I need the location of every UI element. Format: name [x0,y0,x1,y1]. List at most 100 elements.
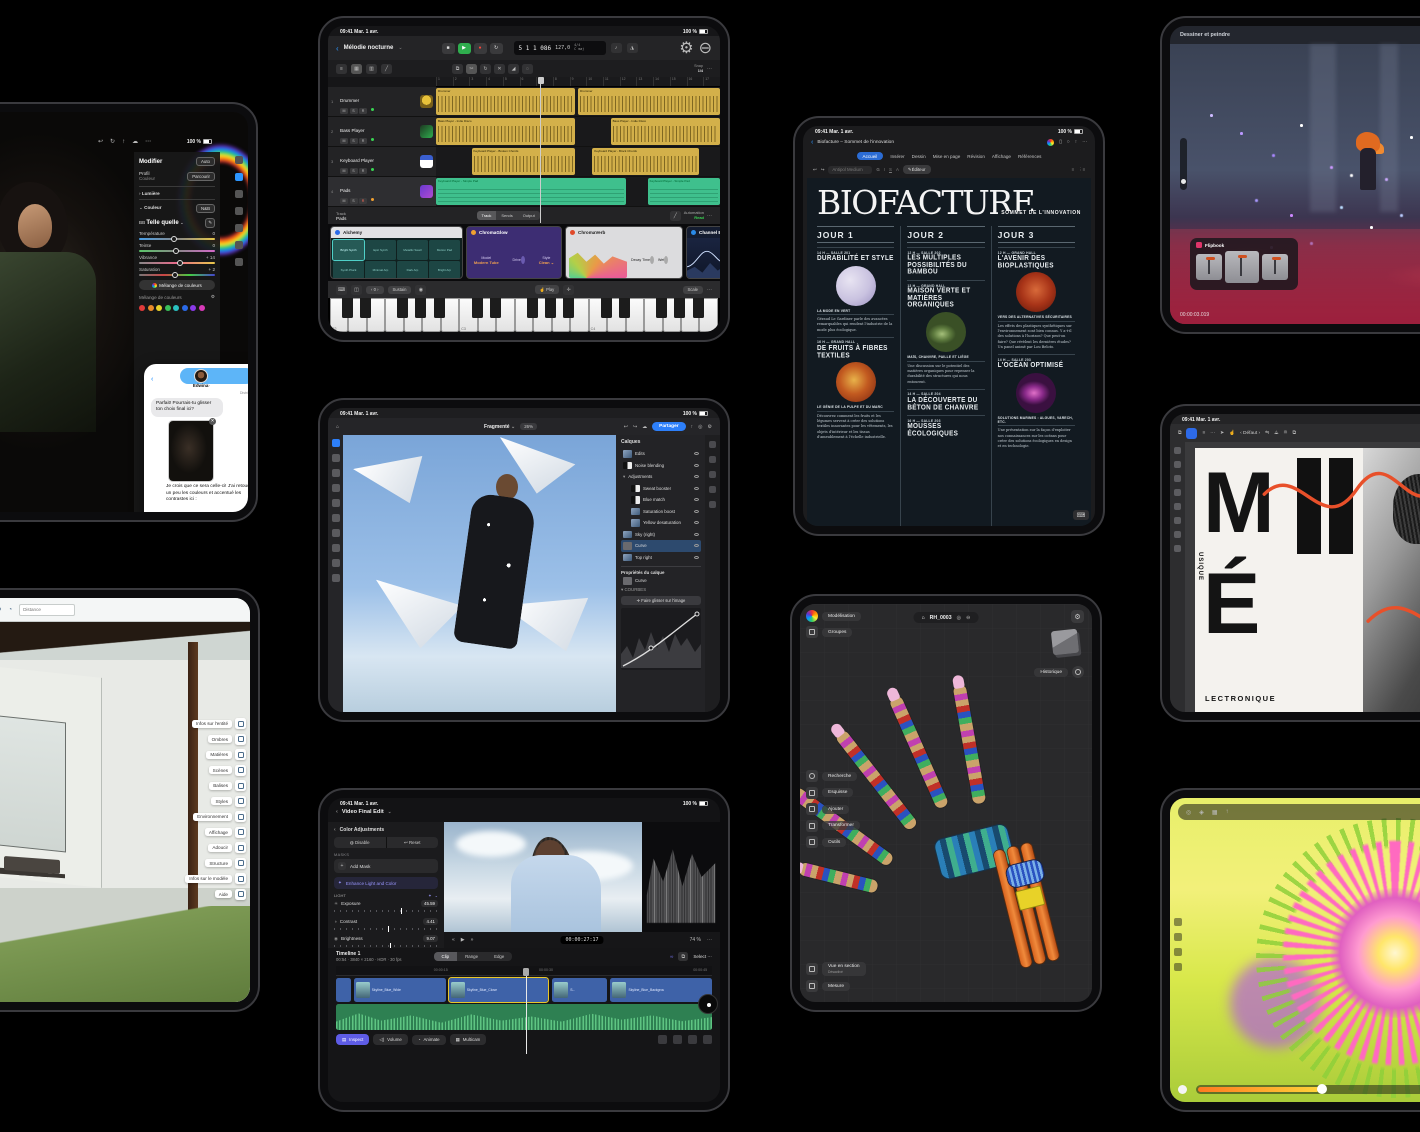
panel-item-soften[interactable]: Adoucir [208,842,246,853]
color-section[interactable]: ⌄ CouleurN&B [139,199,215,216]
viewer-zoom[interactable]: 74 % [690,937,701,943]
chromaglow-plugin[interactable]: ChromaGlow ModelModern Tube Drive StyleC… [466,226,562,279]
history-icon[interactable]: ↻ [110,138,115,145]
dock-icon[interactable]: ⧉ [1178,430,1181,436]
eyedropper-icon[interactable]: ✎ [205,218,215,228]
browser-icon[interactable]: ≡ [336,64,347,74]
shapr3d-logo[interactable] [806,610,818,622]
prev-frame-icon[interactable]: « [452,937,455,943]
mirror-icon[interactable]: ⟁ [1274,430,1278,436]
panel-item-environment[interactable]: Environnement [193,811,246,822]
snap-setting[interactable]: Snap1/4 [694,64,703,72]
list-menu-icon[interactable]: ⋮≡ [1078,167,1085,173]
flower-render[interactable] [1240,818,1420,1078]
tab-revision[interactable]: Révision [967,154,985,159]
select-tool-icon[interactable] [1174,918,1182,926]
scene-icon[interactable]: ◎ [1186,809,1191,816]
bw-button[interactable]: N&B [196,204,215,213]
reset-button[interactable]: ↩ Reset [387,837,439,848]
masks-icon[interactable] [709,471,716,478]
heal-icon[interactable] [235,207,243,215]
distance-input[interactable] [19,604,75,616]
region[interactable]: Drummer [436,88,575,115]
materials-icon[interactable] [235,749,246,760]
keyboard-layout-icon[interactable]: ⌨ [336,285,347,295]
align-icon[interactable]: ≞ [1283,431,1287,436]
append-icon[interactable] [703,1035,712,1044]
home-icon[interactable]: ⌂ [336,424,339,430]
node-tool-icon[interactable] [1174,461,1181,468]
tool-add[interactable]: Ajouter [822,805,849,814]
video-clip[interactable]: S... [552,978,607,1002]
play-icon[interactable]: ▶ [461,937,465,943]
more-icon[interactable]: ⋯ [707,213,712,219]
panel-item-shadows[interactable]: Ombres [208,734,246,745]
regions-view-icon[interactable]: ▦ [351,64,362,74]
persona-icon[interactable] [1186,428,1197,439]
layer-row[interactable]: Sweat booster [621,483,701,495]
visibility-icon[interactable] [694,556,699,559]
brush-tool-icon[interactable] [1174,503,1181,510]
more-icon[interactable]: ⋯ [1210,431,1215,436]
region[interactable]: Keyboard Player - Block Chords [592,148,699,175]
visibility-icon[interactable] [694,498,699,501]
view-cube[interactable] [1051,629,1079,656]
slider-temperature[interactable]: Température0 [139,231,215,240]
count-in-icon[interactable]: ♪ [611,43,622,53]
select-tool-icon[interactable] [332,454,340,462]
tab-inserer[interactable]: Insérer [890,154,904,159]
chevron-down-icon[interactable]: ⌄ [388,809,392,815]
more-icon[interactable]: ⋯ [707,937,712,943]
tool-transform[interactable]: Transformer [822,821,860,830]
region[interactable]: Keyboard Player - Broken Chords [472,148,576,175]
photoshop-canvas[interactable] [343,435,616,712]
brush-size-slider[interactable] [1180,138,1187,190]
color-mixer-button[interactable]: Mélange de couleurs [139,280,215,290]
document-name[interactable]: Fragmenté ⌄ [484,424,515,430]
video-clip[interactable] [336,978,351,1002]
redo-icon[interactable]: ↪ [633,424,637,430]
history-button[interactable]: Historique [1034,668,1068,677]
export-icon[interactable]: ↑ [691,424,694,430]
environment-icon[interactable] [235,811,246,822]
move-tool-icon[interactable]: ➤ [1220,431,1224,436]
modeling-menu[interactable]: Modélisation [822,612,861,621]
crop-icon[interactable] [235,190,243,198]
contact[interactable]: Edwina› [193,369,210,389]
dismiss-keyboard-icon[interactable]: ⌨ [1073,510,1089,520]
more-icon[interactable]: ⋯ [145,138,151,145]
tags-icon[interactable] [235,780,246,791]
measure-icon[interactable] [806,980,818,992]
tool-tools[interactable]: Outils [822,838,846,847]
document-page[interactable]: BIOFACTURESOMMET DE L'INNOVATION JOUR 1 … [807,178,1091,526]
italic-button[interactable]: I [884,167,885,172]
layer-row[interactable]: Edits [621,448,701,460]
disable-button[interactable]: ◍ Disable [334,837,387,848]
outliner-icon[interactable] [235,858,246,869]
trim-tool-icon[interactable]: ✂ [466,64,477,74]
pencil-icon[interactable]: ╱ [381,64,392,74]
zoom-tool-icon[interactable] [332,574,340,582]
editor-button[interactable]: ✎ Éditeur [903,165,931,174]
eye-icon[interactable] [235,241,243,249]
search-icon[interactable]: ○ [1067,140,1070,145]
panel-item-tags[interactable]: Balises [209,780,246,791]
visibility-icon[interactable] [694,487,699,490]
scenes-icon[interactable] [235,765,246,776]
panel-item-model-info[interactable]: Infos sur le modèle [185,873,246,884]
gear-icon[interactable]: ⚙ [211,294,215,300]
history-clock-icon[interactable] [1072,666,1084,678]
more-icon[interactable]: ⋯ [1082,140,1087,145]
masking-icon[interactable] [235,224,243,232]
document-switcher[interactable]: ⌂RH_0003◎⊖ [914,612,979,623]
panel-item-styles[interactable]: Styles [211,796,246,807]
auto-button[interactable]: Auto [196,157,215,166]
slider-saturation[interactable]: Saturation+ 2 [139,267,215,276]
attached-photo[interactable]: ✕ [168,420,214,482]
layer-row[interactable]: Blue match [621,494,701,506]
text-tool-icon[interactable] [332,529,340,537]
back-icon[interactable]: ‹ [334,827,336,833]
pen-tool-icon[interactable] [1174,475,1181,482]
select-menu[interactable]: Select ⋯ [693,954,712,960]
mobile-view-icon[interactable]: ▯ [1059,140,1062,145]
